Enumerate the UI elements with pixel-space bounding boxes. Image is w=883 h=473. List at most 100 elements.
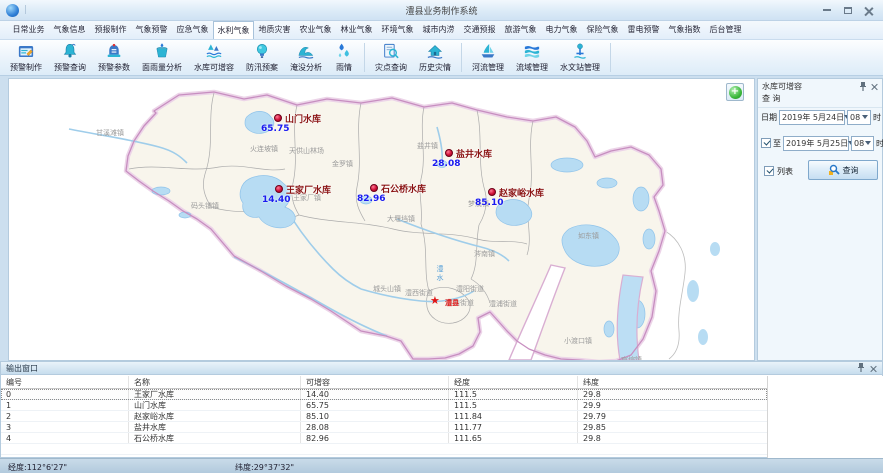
map-canvas[interactable]: 甘溪滩镇 火连坡镇 天供山林场 金罗镇 盐井镇 码头铺镇 王家厂镇 梦溪镇 大堰… bbox=[8, 78, 755, 361]
tab-weather-warning[interactable]: 气象预警 bbox=[131, 21, 172, 39]
reservoir-dot-icon[interactable] bbox=[488, 188, 496, 196]
hour-from-select[interactable]: 08 bbox=[847, 110, 871, 125]
reservoir-dot-icon[interactable] bbox=[445, 149, 453, 157]
list-checkbox[interactable] bbox=[764, 166, 774, 176]
ribbon-toolbar: 预警制作 预警查询 预警参数 面雨量分析 水库可增容 防汛预案 淹没分析 雨情 … bbox=[0, 40, 883, 76]
tool-flood-plan[interactable]: 防汛预案 bbox=[240, 40, 284, 75]
town-label: 如东镇 bbox=[578, 231, 599, 241]
reservoir-value: 65.75 bbox=[261, 124, 289, 134]
pin-icon[interactable] bbox=[858, 82, 867, 92]
tab-admin[interactable]: 后台管理 bbox=[705, 21, 746, 39]
cell-latitude: 29.79 bbox=[578, 411, 767, 421]
close-icon bbox=[864, 6, 873, 15]
to-date-checkbox[interactable] bbox=[761, 138, 771, 148]
query-button-label: 查询 bbox=[843, 165, 859, 176]
cell-name: 赵家峪水库 bbox=[129, 411, 301, 421]
tool-label: 流域管理 bbox=[516, 62, 548, 73]
column-header[interactable]: 编号 bbox=[1, 376, 129, 388]
tool-label: 水文站管理 bbox=[560, 62, 600, 73]
tool-label: 灾点查询 bbox=[375, 62, 407, 73]
tab-insurance-weather[interactable]: 保险气象 bbox=[582, 21, 623, 39]
reservoir-value: 82.96 bbox=[357, 194, 385, 204]
flood-house-icon bbox=[425, 42, 445, 61]
tab-traffic-forecast[interactable]: 交通预报 bbox=[459, 21, 500, 39]
column-header[interactable]: 纬度 bbox=[578, 376, 767, 388]
output-close-icon[interactable] bbox=[870, 365, 877, 372]
tool-disaster-point-query[interactable]: 灾点查询 bbox=[369, 40, 413, 75]
pin-icon[interactable] bbox=[856, 363, 865, 373]
hour-suffix-label: 时 bbox=[873, 112, 881, 123]
reservoir-dot-icon[interactable] bbox=[275, 185, 283, 193]
query-button[interactable]: 查询 bbox=[808, 160, 878, 180]
column-header[interactable]: 经度 bbox=[449, 376, 578, 388]
town-label: 火连坡镇 bbox=[250, 144, 278, 154]
tab-emergency-weather[interactable]: 应急气象 bbox=[172, 21, 213, 39]
cell-id: 2 bbox=[1, 411, 129, 421]
tool-label: 面雨量分析 bbox=[142, 62, 182, 73]
ribbon-separator bbox=[364, 43, 365, 72]
cell-name: 山门水库 bbox=[129, 400, 301, 410]
tool-basin-management[interactable]: 流域管理 bbox=[510, 40, 554, 75]
tab-lightning-warning[interactable]: 雷电预警 bbox=[623, 21, 664, 39]
rain-bucket-icon bbox=[152, 42, 172, 61]
column-header[interactable]: 可增容 bbox=[301, 376, 449, 388]
date-to-select[interactable]: 2019年 5月25日 bbox=[783, 136, 849, 151]
tool-alert-compose[interactable]: 预警制作 bbox=[4, 40, 48, 75]
tool-rain-condition[interactable]: 雨情 bbox=[328, 40, 360, 75]
cell-latitude: 29.9 bbox=[578, 400, 767, 410]
tool-inundation-analysis[interactable]: 淹没分析 bbox=[284, 40, 328, 75]
status-latitude: 纬度:29°37'32" bbox=[235, 462, 294, 473]
tab-geological-disaster[interactable]: 地质灾害 bbox=[254, 21, 295, 39]
tab-environment-weather[interactable]: 环境气象 bbox=[377, 21, 418, 39]
table-row[interactable]: 4 石公桥水库 82.96 111.65 29.8 bbox=[1, 433, 767, 444]
minimize-button[interactable] bbox=[816, 3, 837, 18]
table-row[interactable]: 0 王家厂水库 14.40 111.5 29.8 bbox=[1, 389, 767, 400]
table-row[interactable]: 3 盐井水库 28.08 111.77 29.85 bbox=[1, 422, 767, 433]
to-label: 至 bbox=[773, 138, 781, 149]
tab-weather-info[interactable]: 气象信息 bbox=[49, 21, 90, 39]
tool-alert-params[interactable]: 预警参数 bbox=[92, 40, 136, 75]
date-from-select[interactable]: 2019年 5月24日 bbox=[779, 110, 845, 125]
map-zoom-button[interactable]: + bbox=[726, 83, 744, 101]
tab-power-weather[interactable]: 电力气象 bbox=[541, 21, 582, 39]
tool-areal-rainfall[interactable]: 面雨量分析 bbox=[136, 40, 188, 75]
tool-alert-query[interactable]: 预警查询 bbox=[48, 40, 92, 75]
panel-close-icon[interactable] bbox=[871, 83, 878, 90]
date-to-value: 2019年 5月25日 bbox=[786, 138, 848, 149]
tab-forestry-weather[interactable]: 林业气象 bbox=[336, 21, 377, 39]
empty-row bbox=[1, 444, 767, 455]
reservoir-dot-icon[interactable] bbox=[274, 114, 282, 122]
output-window-title: 输出窗口 bbox=[6, 363, 38, 374]
tab-hydrology-weather[interactable]: 水利气象 bbox=[213, 21, 254, 39]
tool-hydrostation-management[interactable]: 水文站管理 bbox=[554, 40, 606, 75]
town-label: 城头山镇 bbox=[373, 284, 401, 294]
tab-weather-index[interactable]: 气象指数 bbox=[664, 21, 705, 39]
county-star-label: 澧县 bbox=[445, 298, 459, 308]
tab-urban-flood[interactable]: 城市内涝 bbox=[418, 21, 459, 39]
tool-reservoir-capacity[interactable]: 水库可增容 bbox=[188, 40, 240, 75]
sailboat-icon bbox=[478, 42, 498, 61]
tab-daily-business[interactable]: 日常业务 bbox=[8, 21, 49, 39]
close-button[interactable] bbox=[858, 3, 879, 18]
tool-history-disaster[interactable]: 历史灾情 bbox=[413, 40, 457, 75]
reservoir-name: 王家厂水库 bbox=[286, 183, 331, 196]
reservoir-dot-icon[interactable] bbox=[370, 184, 378, 192]
tool-river-management[interactable]: 河流管理 bbox=[466, 40, 510, 75]
list-label: 列表 bbox=[777, 166, 793, 177]
maximize-button[interactable] bbox=[837, 3, 858, 18]
query-section-title: 查 询 bbox=[758, 92, 882, 108]
tab-forecast-making[interactable]: 预报制作 bbox=[90, 21, 131, 39]
menu-bar: 日常业务 气象信息 预报制作 气象预警 应急气象 水利气象 地质灾害 农业气象 … bbox=[0, 21, 883, 40]
alert-compose-icon bbox=[16, 42, 36, 61]
cell-latitude: 29.8 bbox=[578, 433, 767, 443]
town-label: 天供山林场 bbox=[289, 146, 324, 156]
cell-latitude: 29.8 bbox=[578, 389, 767, 399]
hour-to-select[interactable]: 08 bbox=[851, 136, 874, 151]
table-row[interactable]: 2 赵家峪水库 85.10 111.84 29.79 bbox=[1, 411, 767, 422]
column-header[interactable]: 名称 bbox=[129, 376, 301, 388]
tab-tourism-weather[interactable]: 旅游气象 bbox=[500, 21, 541, 39]
county-map-graphic bbox=[9, 79, 755, 361]
table-row[interactable]: 1 山门水库 65.75 111.5 29.9 bbox=[1, 400, 767, 411]
tab-agriculture-weather[interactable]: 农业气象 bbox=[295, 21, 336, 39]
cell-capacity: 85.10 bbox=[301, 411, 449, 421]
